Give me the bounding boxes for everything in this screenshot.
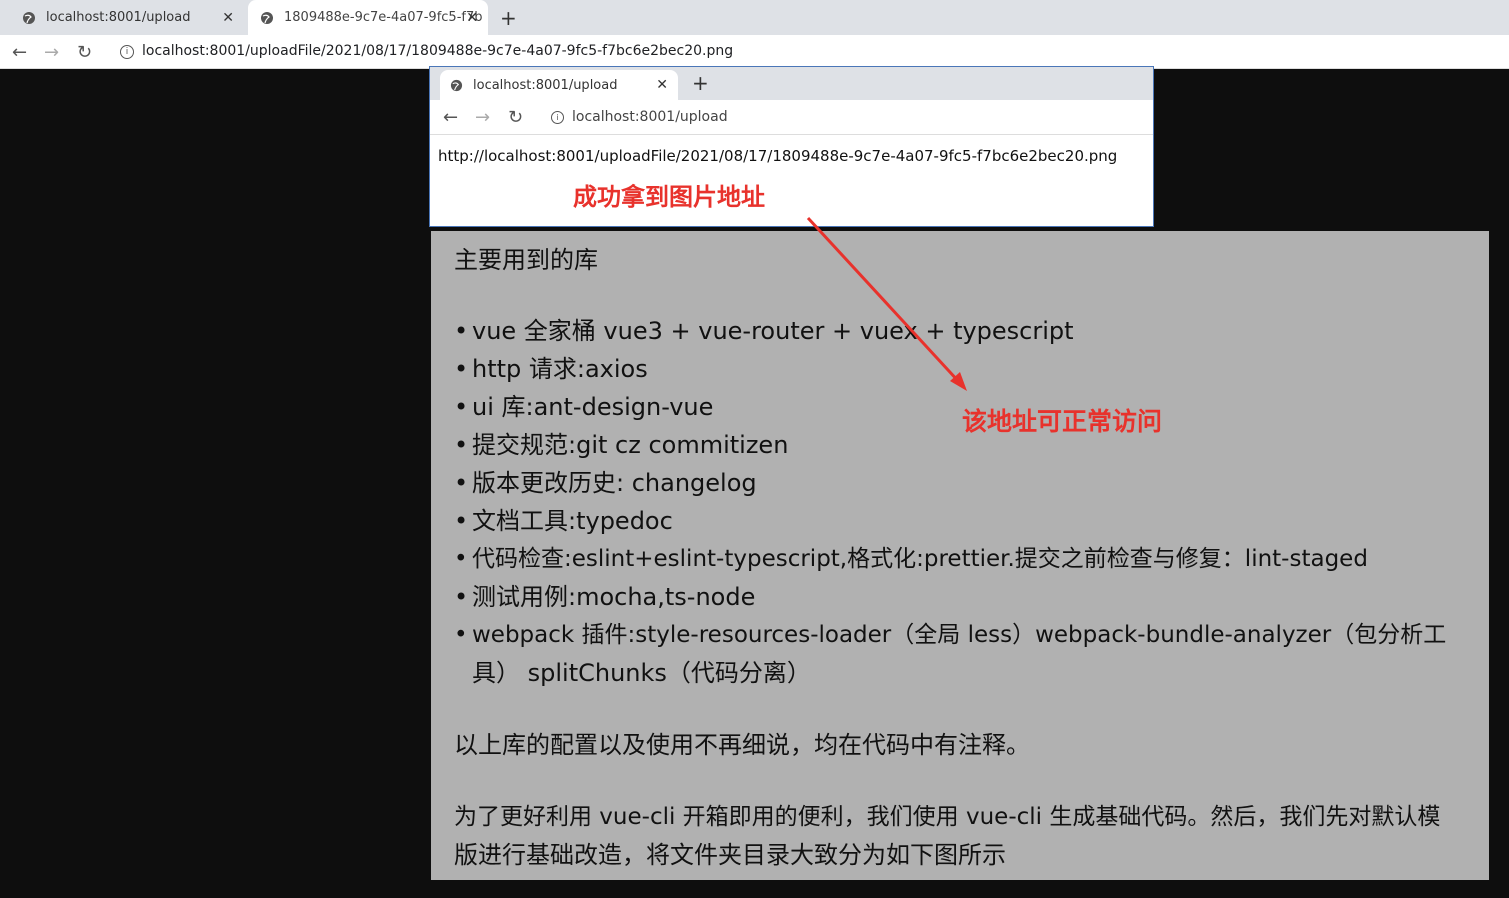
annotation-arrow bbox=[806, 216, 967, 391]
annotation-accessible: 该地址可正常访问 bbox=[962, 407, 1163, 436]
